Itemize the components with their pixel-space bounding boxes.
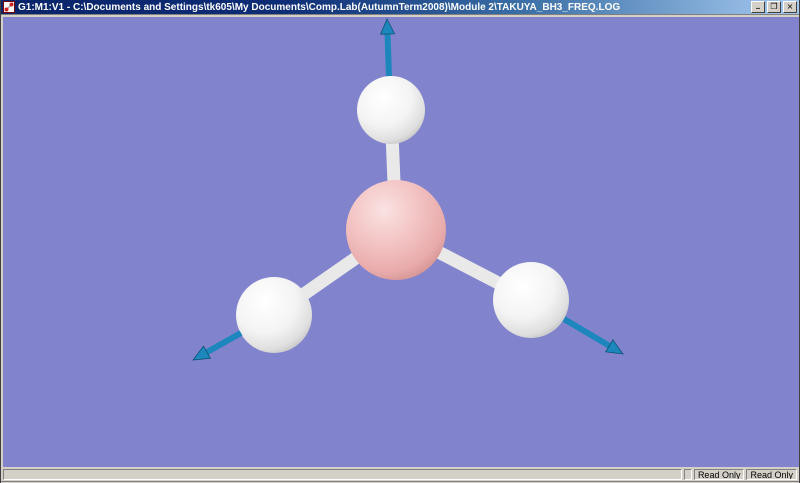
status-message-panel bbox=[3, 469, 682, 480]
atom-B[interactable] bbox=[346, 180, 446, 280]
displacement-arrow-head bbox=[381, 19, 395, 34]
status-readonly-panel-1: Read Only bbox=[694, 469, 745, 480]
displacement-arrow-shaft bbox=[207, 333, 241, 352]
displacement-arrow-shaft bbox=[564, 319, 609, 346]
minimize-button[interactable]: _ bbox=[751, 1, 765, 13]
restore-button[interactable]: ❐ bbox=[767, 1, 781, 13]
molecule-canvas[interactable] bbox=[3, 17, 799, 467]
status-separator-panel bbox=[684, 469, 692, 480]
close-button[interactable]: × bbox=[783, 1, 797, 13]
atom-H[interactable] bbox=[357, 76, 425, 144]
status-bar: Read Only Read Only bbox=[1, 468, 799, 481]
title-bar[interactable]: G1:M1:V1 - C:\Documents and Settings\tk6… bbox=[1, 0, 799, 15]
gaussview-window: G1:M1:V1 - C:\Documents and Settings\tk6… bbox=[0, 0, 800, 483]
window-title: G1:M1:V1 - C:\Documents and Settings\tk6… bbox=[18, 0, 747, 15]
atom-H[interactable] bbox=[236, 277, 312, 353]
displacement-arrow-head bbox=[193, 346, 210, 360]
atom-H[interactable] bbox=[493, 262, 569, 338]
app-icon bbox=[3, 1, 15, 13]
molecule-viewport[interactable] bbox=[3, 17, 799, 467]
displacement-arrow-shaft bbox=[388, 34, 389, 76]
status-readonly-panel-2: Read Only bbox=[746, 469, 797, 480]
window-controls: _ ❐ × bbox=[751, 1, 797, 13]
